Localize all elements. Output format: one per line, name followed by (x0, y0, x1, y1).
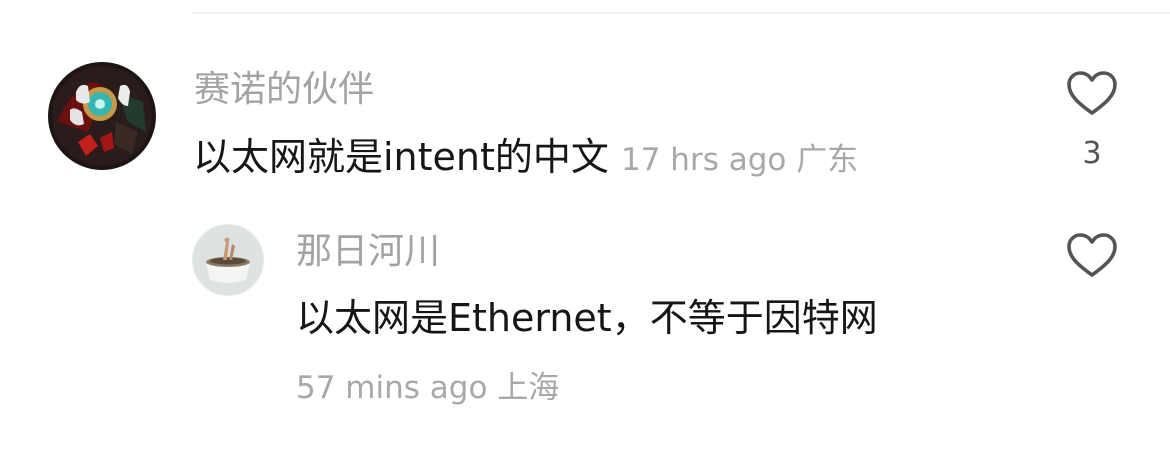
heart-icon[interactable] (1066, 70, 1118, 116)
reply-text: 以太网是Ethernet，不等于因特网 (296, 296, 878, 340)
comment-location: 广东 (796, 142, 859, 178)
reply-time: 57 mins ago (296, 370, 488, 406)
comment-text: 以太网就是intent的中文 (193, 135, 609, 179)
reply-avatar[interactable] (192, 224, 264, 296)
like-count: 3 (1082, 136, 1102, 171)
comment-body: 以太网就是intent的中文 17 hrs ago 广东 (193, 133, 858, 184)
comment-meta: 17 hrs ago 广东 (621, 142, 858, 178)
reply-username[interactable]: 那日河川 (296, 230, 440, 274)
user-avatar-icon (48, 62, 156, 170)
heart-icon[interactable] (1066, 232, 1118, 278)
reply-location: 上海 (497, 370, 560, 406)
reply-meta: 57 mins ago 上海 (296, 368, 559, 408)
comment-time: 17 hrs ago (621, 142, 787, 178)
top-divider (192, 12, 1170, 14)
user-avatar-icon (192, 224, 264, 296)
comment-username[interactable]: 赛诺的伙伴 (194, 68, 374, 112)
commenter-avatar[interactable] (48, 62, 156, 170)
